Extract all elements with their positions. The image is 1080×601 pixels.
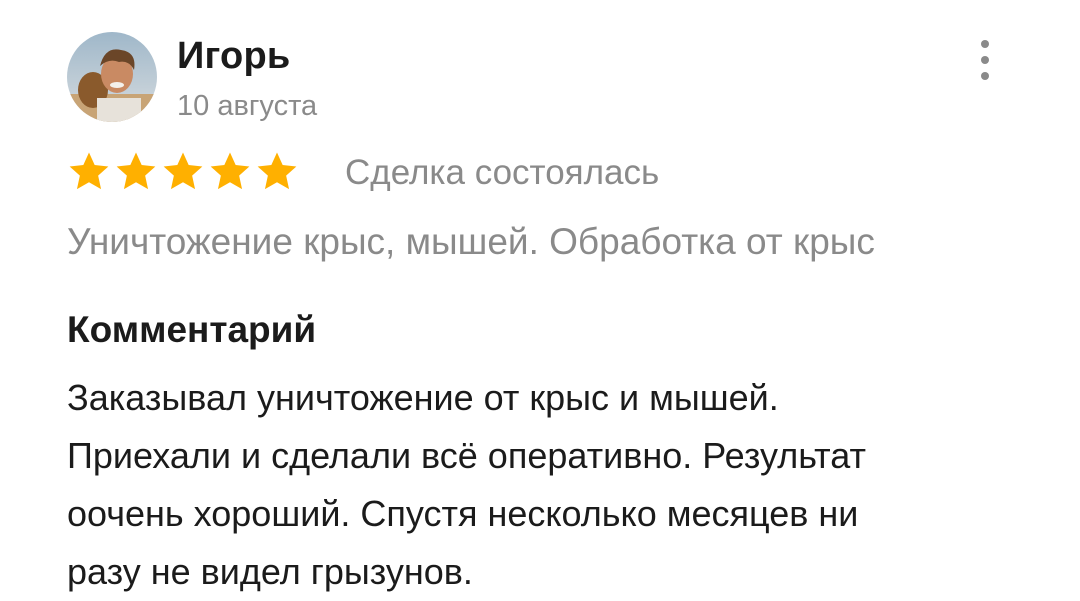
menu-dot: [981, 40, 989, 48]
comment-line: Заказывал уничтожение от крыс и мышей.: [67, 377, 779, 418]
comment-heading: Комментарий: [67, 309, 317, 350]
star-icon: [255, 151, 299, 193]
service-name: Уничтожение крыс, мышей. Обработка от кр…: [67, 221, 875, 262]
deal-status: Сделка состоялась: [345, 153, 660, 192]
star-icon: [114, 151, 158, 193]
menu-dot: [981, 56, 989, 64]
review-date: 10 августа: [177, 90, 318, 122]
comment-line: оочень хороший. Спустя несколько месяцев…: [67, 493, 859, 534]
author-avatar[interactable]: [67, 32, 157, 122]
star-icon: [161, 151, 205, 193]
rating-stars: [67, 152, 299, 192]
comment-line: Приехали и сделали всё оперативно. Резул…: [67, 435, 866, 476]
comment-text: Заказывал уничтожение от крыс и мышей. П…: [67, 369, 1027, 601]
star-icon: [67, 151, 111, 193]
star-icon: [208, 151, 252, 193]
avatar-photo: [67, 32, 157, 122]
comment-line: разу не видел грызунов.: [67, 551, 473, 592]
author-name[interactable]: Игорь: [177, 34, 290, 78]
menu-dot: [981, 72, 989, 80]
more-options-icon[interactable]: [970, 40, 1000, 80]
